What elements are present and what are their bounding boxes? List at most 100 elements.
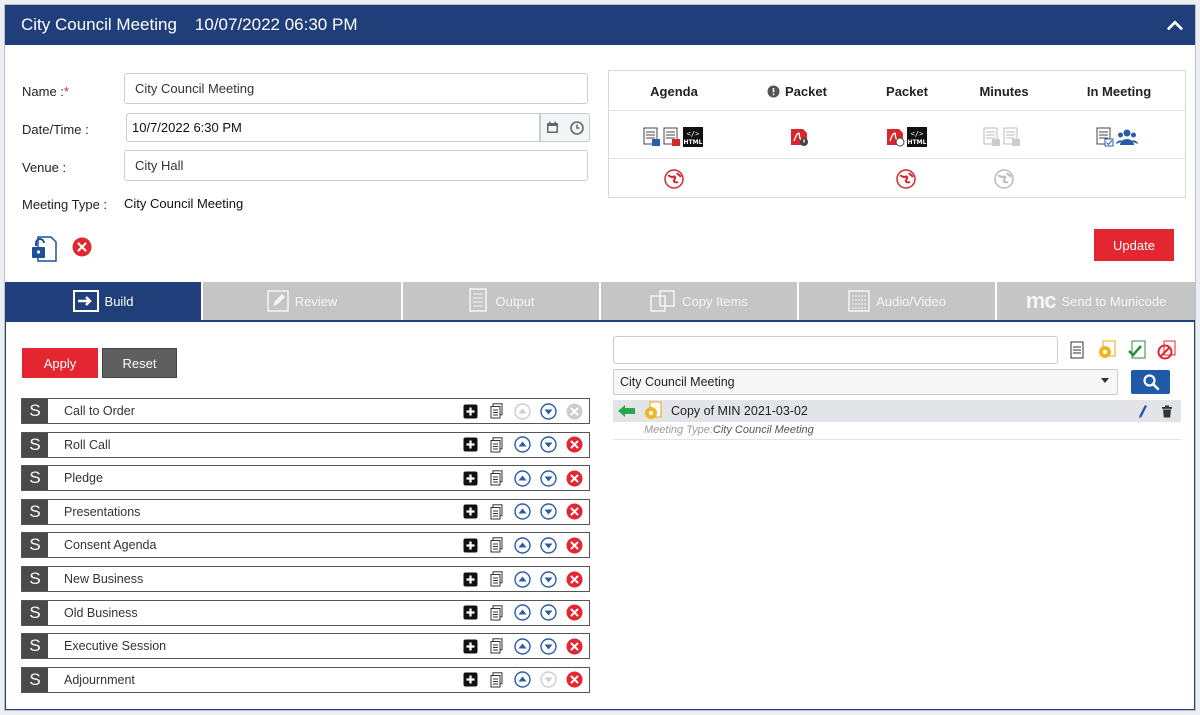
- tab-send-to-municode[interactable]: mc Send to Municode: [997, 282, 1195, 320]
- collapse-button[interactable]: [1165, 15, 1185, 35]
- html-packet-icon[interactable]: </>HTML: [907, 127, 927, 147]
- move-down-icon[interactable]: [540, 402, 557, 420]
- delete-section-icon[interactable]: [566, 638, 583, 655]
- move-up-icon[interactable]: [514, 436, 531, 453]
- unlock-icon[interactable]: [29, 234, 59, 264]
- move-up-icon[interactable]: [514, 503, 531, 520]
- calendar-icon[interactable]: [546, 121, 559, 134]
- reset-button[interactable]: Reset: [102, 348, 177, 378]
- tab-build[interactable]: Build: [5, 282, 203, 320]
- copy-section-icon[interactable]: [488, 671, 505, 688]
- add-item-icon[interactable]: [462, 604, 479, 621]
- tab-copy-items[interactable]: Copy Items: [601, 282, 799, 320]
- clock-icon[interactable]: [569, 120, 584, 135]
- disable-template-icon[interactable]: [1157, 340, 1177, 360]
- add-item-icon[interactable]: [462, 638, 479, 655]
- update-button[interactable]: Update: [1094, 229, 1174, 261]
- move-down-icon[interactable]: [540, 503, 557, 520]
- section-actions: [462, 604, 583, 621]
- name-field[interactable]: City Council Meeting: [124, 73, 588, 104]
- delete-section-icon[interactable]: [566, 470, 583, 487]
- meeting-type-select[interactable]: City Council Meeting: [613, 369, 1118, 395]
- add-item-icon[interactable]: [462, 470, 479, 487]
- outputs-grid: Agenda Packet Packet Minutes In Meeting …: [608, 70, 1186, 198]
- venue-field[interactable]: City Hall: [124, 150, 588, 181]
- delete-section-icon[interactable]: [566, 537, 583, 554]
- pdf-private-icon[interactable]: [789, 127, 809, 147]
- move-up-icon[interactable]: [514, 671, 531, 688]
- section-actions: [462, 671, 583, 688]
- add-item-icon[interactable]: [462, 403, 479, 420]
- add-item-icon[interactable]: [462, 503, 479, 520]
- delete-section-icon[interactable]: [566, 571, 583, 588]
- add-item-icon[interactable]: [462, 671, 479, 688]
- search-input[interactable]: [613, 336, 1058, 364]
- section-name: Pledge: [64, 471, 103, 486]
- minutes-docs: [983, 127, 1021, 147]
- delete-section-icon: [566, 403, 583, 420]
- apply-button[interactable]: Apply: [22, 348, 98, 378]
- tab-output[interactable]: Output: [403, 282, 601, 320]
- pdf-doc-icon[interactable]: [663, 127, 681, 147]
- tab-audio-video[interactable]: Audio/Video: [799, 282, 997, 320]
- delete-section-icon[interactable]: [566, 604, 583, 621]
- section-row[interactable]: S Consent Agenda: [21, 532, 590, 559]
- copy-section-icon[interactable]: [488, 436, 505, 453]
- outputs-docs-row: </> HTML </> HTML: [609, 111, 1185, 159]
- delete-section-icon[interactable]: [566, 503, 583, 520]
- section-row[interactable]: S Executive Session: [21, 633, 590, 660]
- attendees-icon[interactable]: [1116, 128, 1138, 146]
- move-down-icon[interactable]: [540, 469, 557, 487]
- move-down-icon[interactable]: [540, 436, 557, 453]
- section-row[interactable]: S New Business: [21, 566, 590, 592]
- copy-section-icon[interactable]: [488, 503, 505, 520]
- move-down-icon[interactable]: [540, 570, 557, 588]
- add-item-icon[interactable]: [462, 537, 479, 554]
- section-row[interactable]: S Adjournment: [21, 666, 590, 693]
- move-up-icon[interactable]: [514, 570, 531, 588]
- tab-review[interactable]: Review: [203, 282, 403, 320]
- copy-section-icon[interactable]: [488, 604, 505, 621]
- move-down-icon[interactable]: [540, 637, 557, 655]
- copy-section-icon[interactable]: [488, 537, 505, 554]
- web-packet-icon[interactable]: [896, 169, 916, 189]
- move-up-icon[interactable]: [514, 469, 531, 487]
- section-row[interactable]: S Roll Call: [21, 431, 590, 458]
- arrow-left-icon[interactable]: [617, 404, 637, 418]
- section-row[interactable]: S Old Business: [21, 599, 590, 626]
- delete-meeting-icon[interactable]: [72, 237, 92, 257]
- section-actions: [462, 402, 583, 420]
- move-down-icon[interactable]: [540, 604, 557, 621]
- word-doc-icon[interactable]: [643, 127, 661, 147]
- document-list-icon[interactable]: [1067, 340, 1087, 360]
- add-item-icon[interactable]: [462, 436, 479, 453]
- copy-section-icon[interactable]: [488, 403, 505, 420]
- section-row[interactable]: S Presentations: [21, 498, 590, 525]
- move-down-icon[interactable]: [540, 537, 557, 554]
- copy-section-icon[interactable]: [488, 638, 505, 655]
- section-row[interactable]: S Pledge: [21, 465, 590, 492]
- copy-section-icon[interactable]: [488, 571, 505, 588]
- move-up-icon[interactable]: [514, 604, 531, 621]
- svg-text:</>: </>: [911, 130, 924, 138]
- delete-section-icon[interactable]: [566, 436, 583, 453]
- template-title: Copy of MIN 2021-03-02: [671, 404, 808, 418]
- copy-section-icon[interactable]: [488, 470, 505, 487]
- checklist-icon[interactable]: [1096, 127, 1114, 147]
- delete-section-icon[interactable]: [566, 671, 583, 688]
- template-result[interactable]: Copy of MIN 2021-03-02 Meeting Type:City…: [613, 400, 1181, 440]
- add-item-icon[interactable]: [462, 571, 479, 588]
- html-icon[interactable]: </>HTML: [683, 127, 703, 147]
- search-button[interactable]: [1131, 370, 1170, 394]
- template-settings-icon[interactable]: [1097, 340, 1117, 360]
- datetime-field[interactable]: 10/7/2022 6:30 PM: [126, 113, 540, 142]
- web-agenda-icon[interactable]: [664, 169, 684, 189]
- trash-icon[interactable]: [1161, 405, 1173, 418]
- approve-template-icon[interactable]: [1127, 340, 1147, 360]
- edit-pencil-icon[interactable]: [1138, 404, 1148, 419]
- move-up-icon[interactable]: [514, 637, 531, 655]
- pdf-packet-icon[interactable]: [885, 127, 905, 147]
- section-badge: S: [22, 667, 48, 692]
- section-row[interactable]: S Call to Order: [21, 398, 590, 424]
- move-up-icon[interactable]: [514, 537, 531, 554]
